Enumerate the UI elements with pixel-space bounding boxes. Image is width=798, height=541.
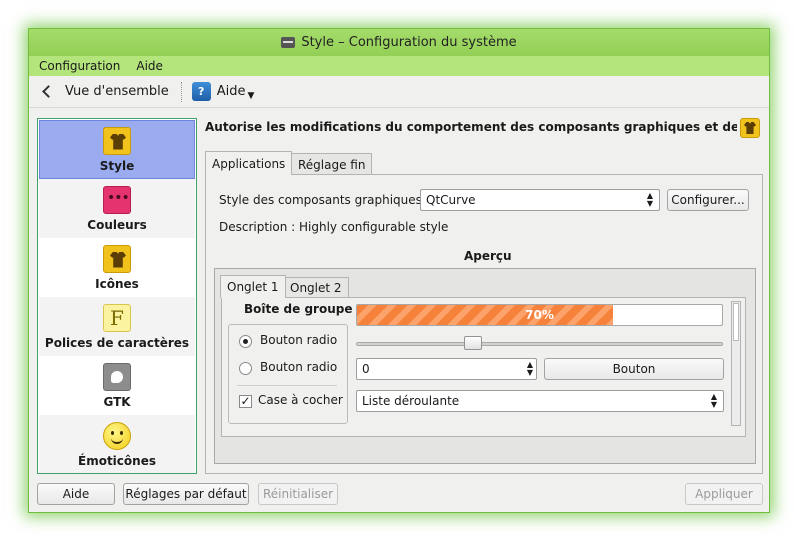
preview-title: Aperçu — [464, 249, 512, 263]
sidebar-item-label: Émoticônes — [78, 453, 156, 468]
preview-frame: Onglet 1 Onglet 2 Boîte de groupe Bouton… — [214, 268, 756, 464]
widget-style-value: QtCurve — [426, 193, 476, 207]
dropdown-value: Liste déroulante — [362, 394, 460, 408]
gtk-icon-shape — [103, 362, 131, 391]
radio-2-label: Bouton radio — [260, 360, 338, 374]
scrollbar-thumb[interactable] — [733, 303, 739, 341]
spin-box[interactable]: 0 ▲ ▼ — [356, 358, 537, 380]
shirt-icon-shape — [103, 244, 131, 273]
vertical-scrollbar[interactable] — [731, 301, 741, 426]
progress-text: 70% — [525, 308, 554, 322]
smiley-icon — [103, 421, 131, 450]
overview-label: Vue d'ensemble — [65, 84, 169, 99]
checkbox[interactable]: ✓ — [239, 395, 252, 408]
color-drops-icon-shape — [103, 185, 131, 214]
help-button[interactable]: Aide — [37, 483, 115, 505]
shirt-icon — [103, 126, 131, 155]
content-area: Autorise les modifications du comporteme… — [205, 118, 763, 474]
sidebar-item-label: GTK — [103, 394, 131, 409]
menu-help[interactable]: Aide — [136, 59, 163, 73]
page-description: Autorise les modifications du comporteme… — [205, 120, 737, 134]
tab-onglet-2[interactable]: Onglet 2 — [283, 277, 349, 298]
shirt-icon-shape — [740, 118, 760, 138]
updown-arrows-icon: ▲ ▼ — [646, 191, 653, 208]
sidebar-item-style[interactable]: Style — [39, 120, 195, 179]
help-icon: ? — [191, 82, 211, 101]
shirt-icon — [103, 244, 131, 273]
font-icon: F — [103, 303, 131, 332]
color-drops-icon — [103, 185, 131, 214]
font-icon-shape: F — [103, 303, 131, 332]
radio-button-1[interactable] — [239, 335, 252, 348]
tab-fine-tuning[interactable]: Réglage fin — [291, 153, 373, 175]
spin-arrows-icon[interactable]: ▲ ▼ — [527, 361, 533, 377]
sidebar-item-gtk[interactable]: GTK — [39, 356, 195, 415]
sidebar-item-label: Polices de caractères — [44, 335, 190, 350]
app-icon — [281, 37, 296, 48]
tab-onglet-1[interactable]: Onglet 1 — [220, 275, 286, 298]
reset-button[interactable]: Réinitialiser — [258, 483, 338, 505]
system-settings-window: Style – Configuration du système Configu… — [28, 28, 770, 513]
sidebar-item-colors[interactable]: Couleurs — [39, 179, 195, 238]
help-menu-button[interactable]: ? Aide ▼ — [191, 82, 255, 101]
chevron-down-icon: ▼ — [247, 90, 255, 101]
updown-arrows-icon: ▲ ▼ — [710, 392, 717, 409]
sidebar-item-label: Couleurs — [87, 217, 147, 232]
group-box: Bouton radio Bouton radio ✓ Case à coche… — [228, 324, 348, 424]
sidebar-item-emoticons[interactable]: Émoticônes — [39, 415, 195, 473]
help-label: Aide — [216, 84, 246, 99]
chevron-left-icon — [42, 85, 55, 98]
menu-bar: Configuration Aide — [29, 56, 769, 76]
progress-bar: 70% — [356, 304, 723, 326]
dropdown-list[interactable]: Liste déroulante ▲ ▼ — [356, 390, 724, 412]
menu-configuration[interactable]: Configuration — [39, 59, 120, 73]
groupbox-divider — [237, 385, 337, 386]
sidebar-item-label: Style — [99, 158, 135, 173]
toolbar: Vue d'ensemble ? Aide ▼ — [29, 76, 769, 108]
tab-applications[interactable]: Applications — [205, 151, 293, 175]
apply-button[interactable]: Appliquer — [685, 483, 763, 505]
title-bar[interactable]: Style – Configuration du système — [29, 29, 769, 56]
window-title: Style – Configuration du système — [301, 35, 517, 50]
sidebar-item-icons[interactable]: Icônes — [39, 238, 195, 297]
category-sidebar: Style Couleurs Icônes F Polices de carac… — [37, 118, 197, 474]
groupbox-title: Boîte de groupe — [244, 302, 353, 316]
slider-track[interactable] — [356, 342, 723, 346]
radio-button-2[interactable] — [239, 362, 252, 375]
style-description: Description : Highly configurable style — [219, 220, 449, 234]
sidebar-item-fonts[interactable]: F Polices de caractères — [39, 297, 195, 356]
defaults-button[interactable]: Réglages par défaut — [123, 483, 249, 505]
sidebar-item-label: Icônes — [95, 276, 139, 291]
radio-1-label: Bouton radio — [260, 333, 338, 347]
spin-value: 0 — [362, 362, 370, 376]
checkbox-label: Case à cocher — [258, 393, 343, 407]
smiley-icon-shape — [103, 421, 131, 450]
shirt-icon — [740, 118, 760, 138]
toolbar-separator — [180, 81, 182, 102]
widget-style-select[interactable]: QtCurve ▲ ▼ — [420, 189, 660, 211]
preview-tab-panel: Boîte de groupe Bouton radio Bouton radi… — [221, 297, 746, 437]
shirt-icon-shape — [103, 126, 131, 155]
applications-panel: Style des composants graphiques : QtCurv… — [205, 174, 763, 474]
gtk-icon — [103, 362, 131, 391]
preview-button[interactable]: Bouton — [544, 358, 724, 380]
slider-handle[interactable] — [464, 336, 483, 350]
overview-button[interactable]: Vue d'ensemble — [41, 84, 169, 99]
widget-style-label: Style des composants graphiques : — [219, 193, 430, 207]
configure-button[interactable]: Configurer... — [667, 189, 749, 211]
